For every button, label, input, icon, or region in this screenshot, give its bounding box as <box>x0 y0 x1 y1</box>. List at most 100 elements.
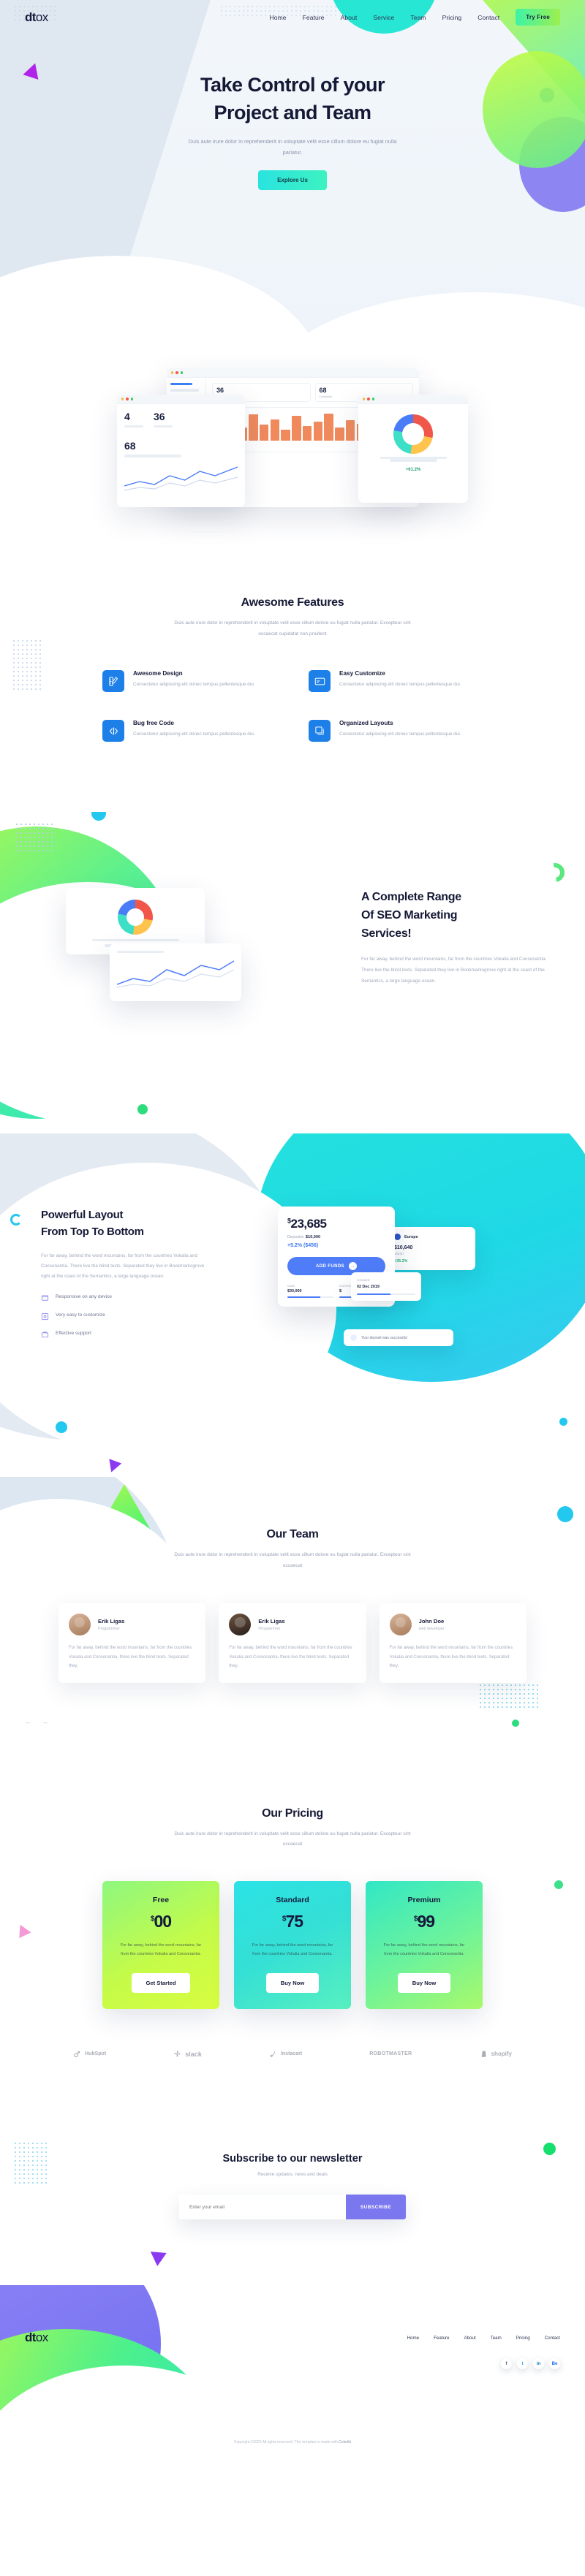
left-skeleton <box>124 455 181 457</box>
email-input[interactable] <box>179 2195 346 2220</box>
nav-link-team[interactable]: Team <box>410 14 426 21</box>
plan-price: $99 <box>376 1912 472 1931</box>
copyright-text: Copyright ©2020 All rights reserved | Th… <box>233 2440 338 2445</box>
right-window-change: +61.2% <box>405 467 421 472</box>
team-dot-grid <box>478 1682 541 1708</box>
plan-desc: For far away, behind the word mountains,… <box>383 1942 465 1956</box>
power-paragraph: For far away, behind the word mountains,… <box>41 1253 205 1280</box>
newsletter-subtitle: Receive updates, news and deals <box>257 2172 328 2178</box>
explore-us-button[interactable]: Explore Us <box>258 170 327 190</box>
try-free-button[interactable]: Try Free <box>516 9 560 26</box>
nav-link-home[interactable]: Home <box>270 14 287 21</box>
plan-button-buy-now[interactable]: Buy Now <box>265 1973 320 1994</box>
team-section: Our Team Duis aute irure dolor in repreh… <box>0 1477 585 1771</box>
plan-price: $00 <box>113 1912 209 1931</box>
nav-link-contact[interactable]: Contact <box>478 14 499 21</box>
footer-link-home[interactable]: Home <box>407 2336 420 2341</box>
behance-icon[interactable]: Be <box>549 2358 560 2370</box>
window-dot-yellow <box>363 398 366 400</box>
pricing-card-premium: Premium $99 For far away, behind the wor… <box>366 1880 483 2010</box>
shopify-icon <box>481 2051 486 2058</box>
brand-name: HubSpot <box>85 2051 107 2057</box>
kpi-value: 36 <box>216 387 224 394</box>
brand-logo[interactable]: dtox <box>25 10 48 25</box>
notification-text: Your deposit was successful <box>361 1335 407 1340</box>
feature-title: Bug free Code <box>133 720 174 726</box>
seo-line-card <box>110 943 241 1002</box>
window-dot-yellow <box>121 398 124 400</box>
power-cyan-ring <box>10 1214 22 1226</box>
footer-bar: dtox Home Feature About Team Pricing Con… <box>0 2330 585 2345</box>
team-cyan-circle <box>557 1506 573 1522</box>
pricing-card-standard: Standard $75 For far away, behind the wo… <box>234 1880 351 2010</box>
team-carousel-controls: ← → <box>25 1718 48 1725</box>
copyright-link[interactable]: Colorlib <box>339 2440 351 2444</box>
nav-link-about[interactable]: About <box>341 14 358 21</box>
subscribe-button[interactable]: SUBSCRIBE <box>345 2195 406 2220</box>
feature-title: Awesome Design <box>133 670 183 677</box>
footer-brand-logo[interactable]: dtox <box>25 2330 48 2345</box>
left-kpi2-skeleton <box>154 425 173 428</box>
hero-title: Take Control of your Project and Team <box>0 71 585 127</box>
footer-logo-light: ox <box>35 2330 48 2345</box>
team-member-name: John Doe <box>418 1618 445 1625</box>
team-member-role: Programmer <box>258 1627 281 1631</box>
payment-stat-label: Goal <box>287 1284 295 1288</box>
feature-title: Organized Layouts <box>339 720 393 726</box>
brand-name: shopify <box>491 2051 512 2058</box>
pricing-title: Our Pricing <box>262 1806 323 1820</box>
newsletter-purple-triangle <box>149 2252 167 2268</box>
window-titlebar <box>167 368 419 378</box>
nav-link-pricing[interactable]: Pricing <box>442 14 462 21</box>
window-dot-green <box>180 371 184 374</box>
seo-title-line1: A Complete Range <box>361 891 461 903</box>
feature-desc: Consectetur adipiscing elit donec tempus… <box>339 682 461 687</box>
plan-button-buy-now[interactable]: Buy Now <box>397 1973 451 1994</box>
linkedin-icon[interactable]: in <box>533 2358 544 2370</box>
twitter-icon[interactable]: t <box>517 2358 528 2370</box>
feature-card: Organized Layouts Consectetur adipiscing… <box>309 720 483 742</box>
team-title: Our Team <box>266 1528 319 1540</box>
footer-link-contact[interactable]: Contact <box>545 2336 560 2341</box>
europe-flag-icon <box>394 1234 401 1240</box>
hero-subtitle: Duis aute irure dolor in reprehenderit i… <box>188 137 397 156</box>
power-title-line2: From Top To Bottom <box>41 1226 144 1239</box>
footer-link-about[interactable]: About <box>464 2336 475 2341</box>
facebook-icon[interactable]: f <box>501 2358 512 2370</box>
plan-button-get-started[interactable]: Get Started <box>131 1973 191 1994</box>
brand-logo-bold: dt <box>25 10 36 24</box>
add-funds-label: ADD FUNDS <box>316 1264 344 1269</box>
team-member-role: Programmer <box>98 1627 120 1631</box>
footer-link-feature[interactable]: Feature <box>434 2336 449 2341</box>
features-grid: Awesome Design Consectetur adipiscing el… <box>102 670 483 742</box>
seo-line-card-skeleton <box>117 951 164 954</box>
payment-deposits-value: $10,000 <box>305 1235 321 1239</box>
brand-logo-instacart: Instacart <box>269 2050 302 2058</box>
plan-price-value: 75 <box>285 1911 303 1931</box>
brand-name: Instacart <box>280 2051 303 2057</box>
footer-link-team[interactable]: Team <box>491 2336 502 2341</box>
seo-donut-chart <box>118 900 153 935</box>
seo-cyan-circle <box>91 812 106 821</box>
main-navigation: dtox Home Feature About Service Team Pri… <box>0 0 585 26</box>
avatar <box>69 1614 91 1635</box>
team-content: Our Team Duis aute irure dolor in repreh… <box>0 1528 585 1683</box>
feature-desc: Consectetur adipiscing elit donec tempus… <box>133 682 255 687</box>
hubspot-icon <box>74 2051 80 2058</box>
power-purple-triangle <box>105 1459 122 1475</box>
seo-dot-grid <box>15 822 54 854</box>
europe-card-title: Europe <box>404 1234 418 1239</box>
feature-desc: Consectetur adipiscing elit donec tempus… <box>133 732 255 737</box>
carousel-next-arrow[interactable]: → <box>42 1718 48 1725</box>
carousel-prev-arrow[interactable]: ← <box>25 1718 31 1725</box>
nav-link-feature[interactable]: Feature <box>303 14 325 21</box>
footer-link-pricing[interactable]: Pricing <box>516 2336 530 2341</box>
window-dot-yellow <box>171 371 174 374</box>
footer-links: Home Feature About Team Pricing Contact <box>407 2336 560 2341</box>
nav-link-service[interactable]: Service <box>373 14 394 21</box>
footer-purple-blob <box>0 2285 161 2454</box>
team-card-identity: Erik Ligas Programmer <box>98 1618 124 1631</box>
plan-name: Standard <box>276 1895 309 1904</box>
left-kpi-value: 4 <box>124 411 130 422</box>
seo-section: A Complete Range Of SEO Marketing Servic… <box>0 812 585 1133</box>
